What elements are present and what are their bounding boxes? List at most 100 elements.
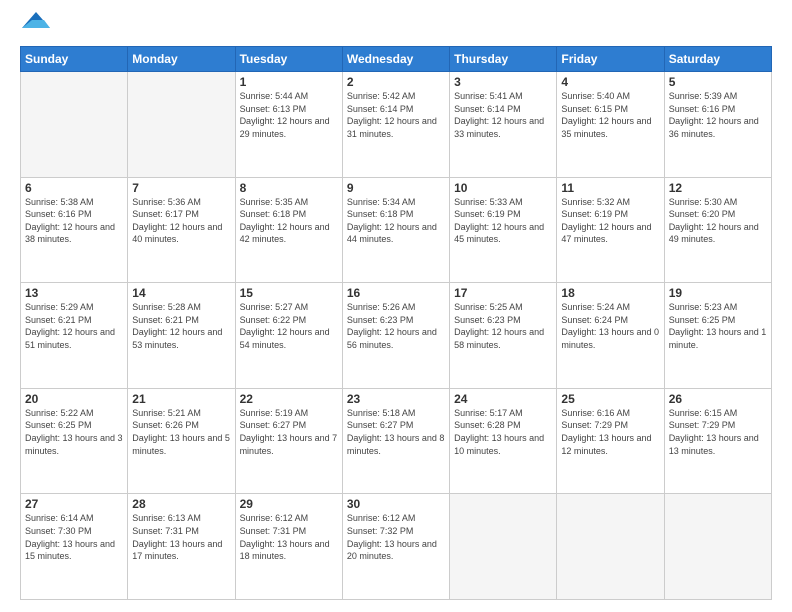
calendar-cell: 27Sunrise: 6:14 AMSunset: 7:30 PMDayligh… [21, 494, 128, 600]
calendar-cell [21, 72, 128, 178]
day-info: Sunrise: 5:22 AMSunset: 6:25 PMDaylight:… [25, 407, 123, 457]
day-info: Sunrise: 5:34 AMSunset: 6:18 PMDaylight:… [347, 196, 445, 246]
day-number: 23 [347, 392, 445, 406]
day-info: Sunrise: 5:18 AMSunset: 6:27 PMDaylight:… [347, 407, 445, 457]
calendar-cell: 22Sunrise: 5:19 AMSunset: 6:27 PMDayligh… [235, 388, 342, 494]
week-row-5: 27Sunrise: 6:14 AMSunset: 7:30 PMDayligh… [21, 494, 772, 600]
calendar-cell: 6Sunrise: 5:38 AMSunset: 6:16 PMDaylight… [21, 177, 128, 283]
day-header-tuesday: Tuesday [235, 47, 342, 72]
calendar-cell: 30Sunrise: 6:12 AMSunset: 7:32 PMDayligh… [342, 494, 449, 600]
day-header-friday: Friday [557, 47, 664, 72]
day-info: Sunrise: 6:16 AMSunset: 7:29 PMDaylight:… [561, 407, 659, 457]
day-number: 30 [347, 497, 445, 511]
day-info: Sunrise: 5:39 AMSunset: 6:16 PMDaylight:… [669, 90, 767, 140]
day-info: Sunrise: 5:41 AMSunset: 6:14 PMDaylight:… [454, 90, 552, 140]
day-number: 29 [240, 497, 338, 511]
day-number: 14 [132, 286, 230, 300]
day-number: 24 [454, 392, 552, 406]
calendar-cell: 12Sunrise: 5:30 AMSunset: 6:20 PMDayligh… [664, 177, 771, 283]
calendar-cell: 5Sunrise: 5:39 AMSunset: 6:16 PMDaylight… [664, 72, 771, 178]
header [20, 18, 772, 36]
week-row-2: 6Sunrise: 5:38 AMSunset: 6:16 PMDaylight… [21, 177, 772, 283]
calendar-cell: 18Sunrise: 5:24 AMSunset: 6:24 PMDayligh… [557, 283, 664, 389]
day-header-wednesday: Wednesday [342, 47, 449, 72]
calendar-cell: 3Sunrise: 5:41 AMSunset: 6:14 PMDaylight… [450, 72, 557, 178]
calendar-cell [664, 494, 771, 600]
day-number: 9 [347, 181, 445, 195]
calendar-cell: 7Sunrise: 5:36 AMSunset: 6:17 PMDaylight… [128, 177, 235, 283]
day-info: Sunrise: 5:35 AMSunset: 6:18 PMDaylight:… [240, 196, 338, 246]
day-number: 22 [240, 392, 338, 406]
day-info: Sunrise: 5:33 AMSunset: 6:19 PMDaylight:… [454, 196, 552, 246]
calendar-cell: 10Sunrise: 5:33 AMSunset: 6:19 PMDayligh… [450, 177, 557, 283]
calendar-cell: 28Sunrise: 6:13 AMSunset: 7:31 PMDayligh… [128, 494, 235, 600]
day-info: Sunrise: 6:12 AMSunset: 7:31 PMDaylight:… [240, 512, 338, 562]
day-header-thursday: Thursday [450, 47, 557, 72]
day-number: 25 [561, 392, 659, 406]
day-number: 19 [669, 286, 767, 300]
calendar-cell: 21Sunrise: 5:21 AMSunset: 6:26 PMDayligh… [128, 388, 235, 494]
calendar-cell: 13Sunrise: 5:29 AMSunset: 6:21 PMDayligh… [21, 283, 128, 389]
day-info: Sunrise: 5:38 AMSunset: 6:16 PMDaylight:… [25, 196, 123, 246]
calendar-cell: 19Sunrise: 5:23 AMSunset: 6:25 PMDayligh… [664, 283, 771, 389]
calendar-cell [450, 494, 557, 600]
day-number: 20 [25, 392, 123, 406]
day-info: Sunrise: 6:15 AMSunset: 7:29 PMDaylight:… [669, 407, 767, 457]
calendar-cell: 26Sunrise: 6:15 AMSunset: 7:29 PMDayligh… [664, 388, 771, 494]
calendar-header-row: SundayMondayTuesdayWednesdayThursdayFrid… [21, 47, 772, 72]
day-info: Sunrise: 5:24 AMSunset: 6:24 PMDaylight:… [561, 301, 659, 351]
calendar-cell: 4Sunrise: 5:40 AMSunset: 6:15 PMDaylight… [557, 72, 664, 178]
day-number: 12 [669, 181, 767, 195]
day-number: 18 [561, 286, 659, 300]
calendar-cell: 14Sunrise: 5:28 AMSunset: 6:21 PMDayligh… [128, 283, 235, 389]
day-header-saturday: Saturday [664, 47, 771, 72]
day-info: Sunrise: 5:40 AMSunset: 6:15 PMDaylight:… [561, 90, 659, 140]
day-info: Sunrise: 5:25 AMSunset: 6:23 PMDaylight:… [454, 301, 552, 351]
day-info: Sunrise: 5:30 AMSunset: 6:20 PMDaylight:… [669, 196, 767, 246]
day-number: 26 [669, 392, 767, 406]
day-number: 7 [132, 181, 230, 195]
day-number: 10 [454, 181, 552, 195]
day-number: 2 [347, 75, 445, 89]
day-number: 15 [240, 286, 338, 300]
day-info: Sunrise: 6:14 AMSunset: 7:30 PMDaylight:… [25, 512, 123, 562]
day-number: 27 [25, 497, 123, 511]
day-number: 8 [240, 181, 338, 195]
day-number: 5 [669, 75, 767, 89]
logo [20, 18, 50, 36]
day-info: Sunrise: 6:13 AMSunset: 7:31 PMDaylight:… [132, 512, 230, 562]
calendar-cell: 17Sunrise: 5:25 AMSunset: 6:23 PMDayligh… [450, 283, 557, 389]
page: SundayMondayTuesdayWednesdayThursdayFrid… [0, 0, 792, 612]
day-header-sunday: Sunday [21, 47, 128, 72]
day-info: Sunrise: 5:42 AMSunset: 6:14 PMDaylight:… [347, 90, 445, 140]
week-row-4: 20Sunrise: 5:22 AMSunset: 6:25 PMDayligh… [21, 388, 772, 494]
week-row-3: 13Sunrise: 5:29 AMSunset: 6:21 PMDayligh… [21, 283, 772, 389]
calendar-cell: 11Sunrise: 5:32 AMSunset: 6:19 PMDayligh… [557, 177, 664, 283]
logo-icon [22, 8, 50, 36]
day-info: Sunrise: 5:28 AMSunset: 6:21 PMDaylight:… [132, 301, 230, 351]
calendar-cell: 24Sunrise: 5:17 AMSunset: 6:28 PMDayligh… [450, 388, 557, 494]
day-number: 28 [132, 497, 230, 511]
day-info: Sunrise: 5:44 AMSunset: 6:13 PMDaylight:… [240, 90, 338, 140]
day-info: Sunrise: 5:36 AMSunset: 6:17 PMDaylight:… [132, 196, 230, 246]
day-number: 1 [240, 75, 338, 89]
calendar-cell: 15Sunrise: 5:27 AMSunset: 6:22 PMDayligh… [235, 283, 342, 389]
day-info: Sunrise: 5:27 AMSunset: 6:22 PMDaylight:… [240, 301, 338, 351]
day-info: Sunrise: 6:12 AMSunset: 7:32 PMDaylight:… [347, 512, 445, 562]
day-number: 4 [561, 75, 659, 89]
calendar-cell: 23Sunrise: 5:18 AMSunset: 6:27 PMDayligh… [342, 388, 449, 494]
calendar-cell: 1Sunrise: 5:44 AMSunset: 6:13 PMDaylight… [235, 72, 342, 178]
day-number: 6 [25, 181, 123, 195]
day-info: Sunrise: 5:17 AMSunset: 6:28 PMDaylight:… [454, 407, 552, 457]
day-number: 3 [454, 75, 552, 89]
calendar-cell [128, 72, 235, 178]
day-info: Sunrise: 5:21 AMSunset: 6:26 PMDaylight:… [132, 407, 230, 457]
calendar-cell: 29Sunrise: 6:12 AMSunset: 7:31 PMDayligh… [235, 494, 342, 600]
day-number: 17 [454, 286, 552, 300]
calendar-cell: 16Sunrise: 5:26 AMSunset: 6:23 PMDayligh… [342, 283, 449, 389]
calendar-cell: 8Sunrise: 5:35 AMSunset: 6:18 PMDaylight… [235, 177, 342, 283]
calendar-cell: 2Sunrise: 5:42 AMSunset: 6:14 PMDaylight… [342, 72, 449, 178]
day-info: Sunrise: 5:19 AMSunset: 6:27 PMDaylight:… [240, 407, 338, 457]
day-info: Sunrise: 5:32 AMSunset: 6:19 PMDaylight:… [561, 196, 659, 246]
calendar-cell: 9Sunrise: 5:34 AMSunset: 6:18 PMDaylight… [342, 177, 449, 283]
